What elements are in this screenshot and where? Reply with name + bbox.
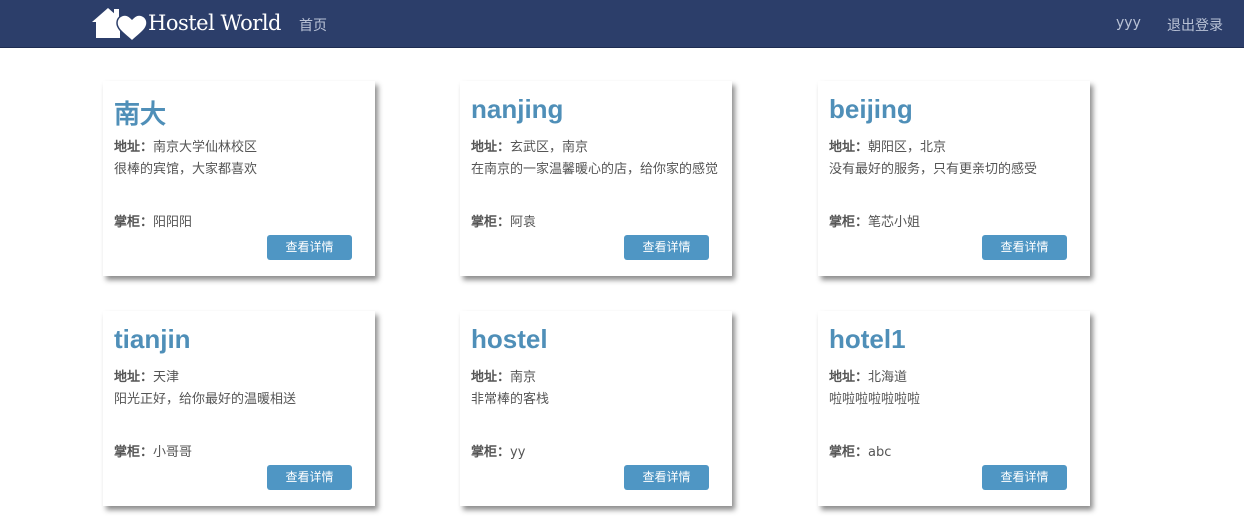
top-navbar: Hostel World 首页 yyy 退出登录	[0, 0, 1244, 48]
hostel-name: 南大	[114, 99, 167, 129]
address-value: 朝阳区，北京	[868, 140, 947, 155]
hostel-name: tianjin	[114, 324, 191, 354]
address-label: 地址：	[114, 370, 154, 385]
hostel-owner: 掌柜：阳阳阳	[114, 211, 192, 230]
hostel-description: 啦啦啦啦啦啦啦	[829, 392, 921, 407]
hostel-description: 很棒的宾馆，大家都喜欢	[114, 162, 258, 177]
address-label: 地址：	[471, 370, 511, 385]
hostel-owner: 掌柜：笔芯小姐	[829, 211, 920, 230]
view-details-button[interactable]: 查看详情	[982, 465, 1067, 490]
address-value: 南京	[510, 370, 537, 385]
owner-label: 掌柜：	[114, 215, 154, 230]
brand-name: Hostel World	[148, 11, 282, 35]
owner-label: 掌柜：	[471, 445, 511, 460]
hostel-card: tianjin 地址：天津 阳光正好，给你最好的温暖相送 掌柜：小哥哥 查看详情	[103, 311, 375, 506]
hostel-owner: 掌柜：yy	[471, 441, 525, 460]
hostel-name: nanjing	[471, 94, 564, 124]
owner-value: 小哥哥	[153, 445, 193, 460]
hostel-card: beijing 地址：朝阳区，北京 没有最好的服务，只有更亲切的感受 掌柜：笔芯…	[818, 81, 1090, 276]
hostel-name: hostel	[471, 324, 548, 354]
hostel-card: nanjing 地址：玄武区，南京 在南京的一家温馨暖心的店，给你家的感觉 掌柜…	[460, 81, 732, 276]
house-heart-icon	[92, 8, 148, 42]
hostel-description: 非常棒的客栈	[471, 392, 550, 407]
view-details-button[interactable]: 查看详情	[982, 235, 1067, 260]
brand-logo[interactable]: Hostel World	[90, 4, 282, 42]
owner-value: 阳阳阳	[153, 215, 193, 230]
view-details-button[interactable]: 查看详情	[624, 235, 709, 260]
owner-label: 掌柜：	[114, 445, 154, 460]
view-details-button[interactable]: 查看详情	[267, 235, 352, 260]
nav-home-link[interactable]: 首页	[299, 15, 327, 35]
hostel-address: 地址：北海道	[829, 366, 907, 385]
hostel-owner: 掌柜：abc	[829, 441, 891, 460]
hostel-description: 在南京的一家温馨暖心的店，给你家的感觉	[471, 162, 719, 177]
hostel-owner: 掌柜：小哥哥	[114, 441, 192, 460]
address-value: 天津	[153, 370, 180, 385]
nav-username[interactable]: yyy	[1116, 15, 1141, 31]
hostel-description: 没有最好的服务，只有更亲切的感受	[829, 162, 1038, 177]
owner-value: yy	[510, 445, 526, 460]
hostel-owner: 掌柜：阿袁	[471, 211, 536, 230]
owner-label: 掌柜：	[829, 445, 869, 460]
address-value: 南京大学仙林校区	[153, 140, 258, 155]
hostel-description: 阳光正好，给你最好的温暖相送	[114, 392, 297, 407]
address-label: 地址：	[471, 140, 511, 155]
owner-label: 掌柜：	[471, 215, 511, 230]
hostel-name: beijing	[829, 94, 913, 124]
hostel-card: hostel 地址：南京 非常棒的客栈 掌柜：yy 查看详情	[460, 311, 732, 506]
address-label: 地址：	[829, 370, 869, 385]
view-details-button[interactable]: 查看详情	[624, 465, 709, 490]
address-label: 地址：	[114, 140, 154, 155]
view-details-button[interactable]: 查看详情	[267, 465, 352, 490]
hostel-address: 地址：天津	[114, 366, 179, 385]
hostel-card: 南大 地址：南京大学仙林校区 很棒的宾馆，大家都喜欢 掌柜：阳阳阳 查看详情	[103, 81, 375, 276]
owner-value: 笔芯小姐	[868, 215, 921, 230]
hostel-card: hotel1 地址：北海道 啦啦啦啦啦啦啦 掌柜：abc 查看详情	[818, 311, 1090, 506]
address-value: 北海道	[868, 370, 908, 385]
owner-label: 掌柜：	[829, 215, 869, 230]
owner-value: 阿袁	[510, 215, 537, 230]
hostel-address: 地址：南京	[471, 366, 536, 385]
hostel-address: 地址：南京大学仙林校区	[114, 136, 257, 155]
address-value: 玄武区，南京	[510, 140, 589, 155]
hostel-address: 地址：朝阳区，北京	[829, 136, 946, 155]
hostel-name: hotel1	[829, 324, 906, 354]
hostel-address: 地址：玄武区，南京	[471, 136, 588, 155]
owner-value: abc	[868, 445, 892, 460]
address-label: 地址：	[829, 140, 869, 155]
nav-logout-link[interactable]: 退出登录	[1167, 15, 1223, 35]
